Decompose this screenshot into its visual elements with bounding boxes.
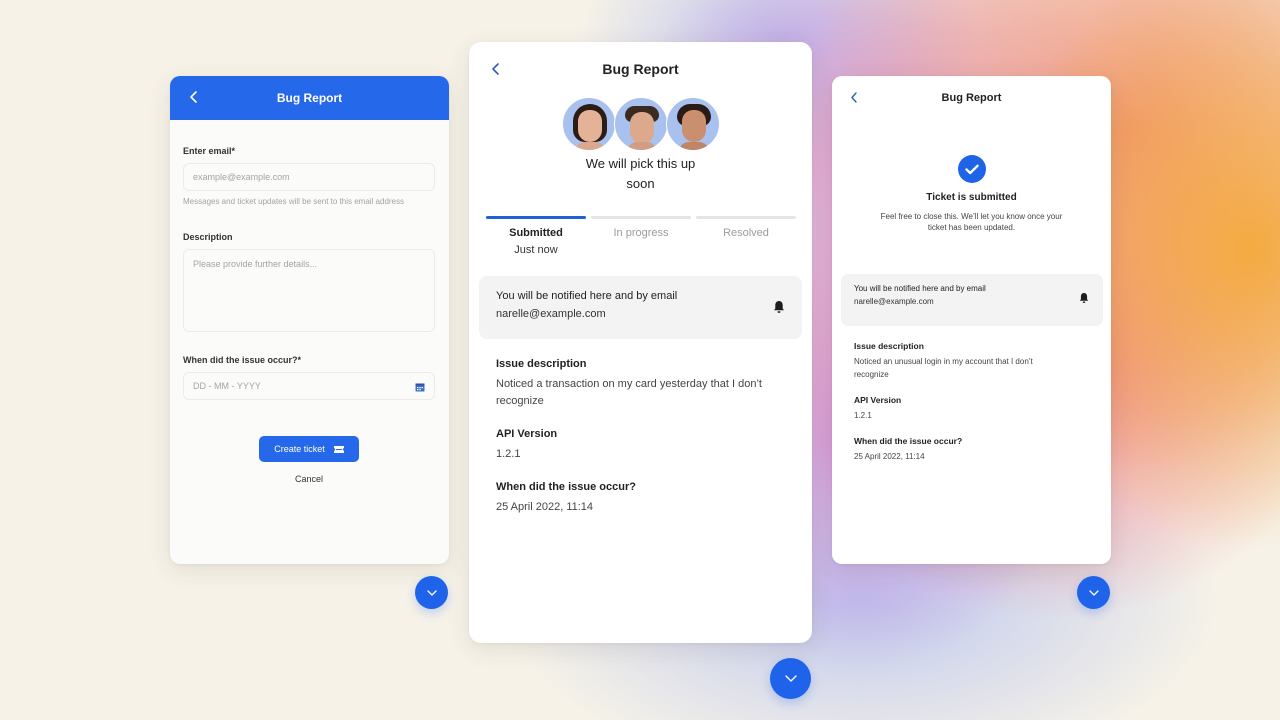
confirm-heading: Ticket is submitted xyxy=(926,192,1017,203)
chevron-down-icon xyxy=(784,675,797,682)
form-header: Bug Report xyxy=(170,76,449,120)
step-submitted: Submitted Just now xyxy=(486,216,586,256)
step-label: In progress xyxy=(613,227,669,239)
detail-value: 1.2.1 xyxy=(496,448,521,460)
create-ticket-label: Create ticket xyxy=(274,444,325,454)
email-input[interactable]: example@example.com xyxy=(183,163,435,191)
description-textarea[interactable]: Please provide further details... xyxy=(183,249,435,332)
detail-item: Issue description Noticed a transaction … xyxy=(496,358,785,410)
detail-value: Noticed an unusual login in my account t… xyxy=(854,357,1033,379)
detail-label: When did the issue occur? xyxy=(854,436,963,446)
ticket-details: Issue description Noticed a transaction … xyxy=(469,358,812,516)
detail-item: Issue description Noticed an unusual log… xyxy=(854,341,1089,381)
detail-label: When did the issue occur? xyxy=(496,481,636,493)
avatar xyxy=(613,97,668,151)
screen-title: Bug Report xyxy=(602,61,679,77)
step-label: Resolved xyxy=(723,227,769,239)
step-resolved: Resolved xyxy=(696,216,796,256)
scroll-down-button[interactable] xyxy=(1077,576,1110,609)
date-placeholder: DD - MM - YYYY xyxy=(193,381,261,391)
ticket-submitted-screen: Bug Report Ticket is submitted Feel free… xyxy=(832,76,1111,564)
detail-label: Issue description xyxy=(496,358,587,370)
ticket-progress: Submitted Just now In progress Resolved xyxy=(486,216,796,256)
detail-label: API Version xyxy=(854,395,902,405)
chevron-down-icon xyxy=(1088,589,1099,596)
detail-value: 1.2.1 xyxy=(854,411,872,420)
detail-item: When did the issue occur? 25 April 2022,… xyxy=(854,436,1089,463)
screen-title: Bug Report xyxy=(276,91,343,105)
detail-item: API Version 1.2.1 xyxy=(496,428,785,463)
ticket-status-screen: Bug Report We will pick this up soon Sub… xyxy=(469,42,812,643)
progress-bar-segment xyxy=(591,216,691,219)
date-label: When did the issue occur?* xyxy=(183,355,302,365)
progress-bar-segment xyxy=(486,216,586,219)
email-help-text: Messages and ticket updates will be sent… xyxy=(183,197,405,206)
detail-value: 25 April 2022, 11:14 xyxy=(854,452,925,461)
detail-value: 25 April 2022, 11:14 xyxy=(496,501,594,513)
email-placeholder: example@example.com xyxy=(193,172,290,182)
avatar xyxy=(665,97,720,151)
notification-title: You will be notified here and by email xyxy=(496,290,678,302)
success-check-icon xyxy=(957,155,986,183)
detail-label: Issue description xyxy=(854,341,924,351)
notification-title: You will be notified here and by email xyxy=(854,284,986,293)
back-arrow-icon[interactable] xyxy=(186,89,202,105)
calendar-icon[interactable] xyxy=(415,382,425,392)
scroll-down-button[interactable] xyxy=(415,576,448,609)
bell-icon[interactable] xyxy=(773,300,785,314)
step-label: Submitted xyxy=(509,227,563,239)
notification-email: narelle@example.com xyxy=(854,297,934,306)
description-placeholder: Please provide further details... xyxy=(193,259,318,269)
step-in-progress: In progress xyxy=(591,216,691,256)
date-input[interactable]: DD - MM - YYYY xyxy=(183,372,435,400)
notification-banner: You will be notified here and by email n… xyxy=(841,274,1103,326)
progress-bar-segment xyxy=(696,216,796,219)
screen-title: Bug Report xyxy=(941,92,1002,104)
tagline: We will pick this up soon xyxy=(469,154,812,194)
avatar xyxy=(561,97,616,151)
back-arrow-icon[interactable] xyxy=(489,61,503,77)
description-label: Description xyxy=(183,232,233,242)
notification-banner: You will be notified here and by email n… xyxy=(479,276,802,339)
ticket-details: Issue description Noticed an unusual log… xyxy=(832,341,1111,463)
confirm-description: Feel free to close this. We’ll let you k… xyxy=(880,212,1063,232)
status-header: Bug Report xyxy=(469,42,812,94)
ticket-icon xyxy=(333,445,344,453)
bug-report-form-screen: Bug Report Enter email* example@example.… xyxy=(170,76,449,564)
email-label: Enter email* xyxy=(183,146,236,156)
detail-item: API Version 1.2.1 xyxy=(854,395,1089,422)
support-team-avatars xyxy=(469,97,812,151)
tagline-text: We will pick this up soon xyxy=(585,156,696,191)
detail-label: API Version xyxy=(496,428,558,440)
detail-value: Noticed a transaction on my card yesterd… xyxy=(496,378,762,407)
confirm-header: Bug Report xyxy=(832,76,1111,120)
create-ticket-button[interactable]: Create ticket xyxy=(259,436,359,462)
detail-item: When did the issue occur? 25 April 2022,… xyxy=(496,481,785,516)
cancel-button[interactable]: Cancel xyxy=(183,474,435,484)
step-time: Just now xyxy=(514,244,558,256)
bell-icon[interactable] xyxy=(1079,292,1089,304)
scroll-down-button[interactable] xyxy=(770,658,811,699)
notification-email: narelle@example.com xyxy=(496,308,606,320)
back-arrow-icon[interactable] xyxy=(848,91,860,104)
chevron-down-icon xyxy=(426,589,437,596)
